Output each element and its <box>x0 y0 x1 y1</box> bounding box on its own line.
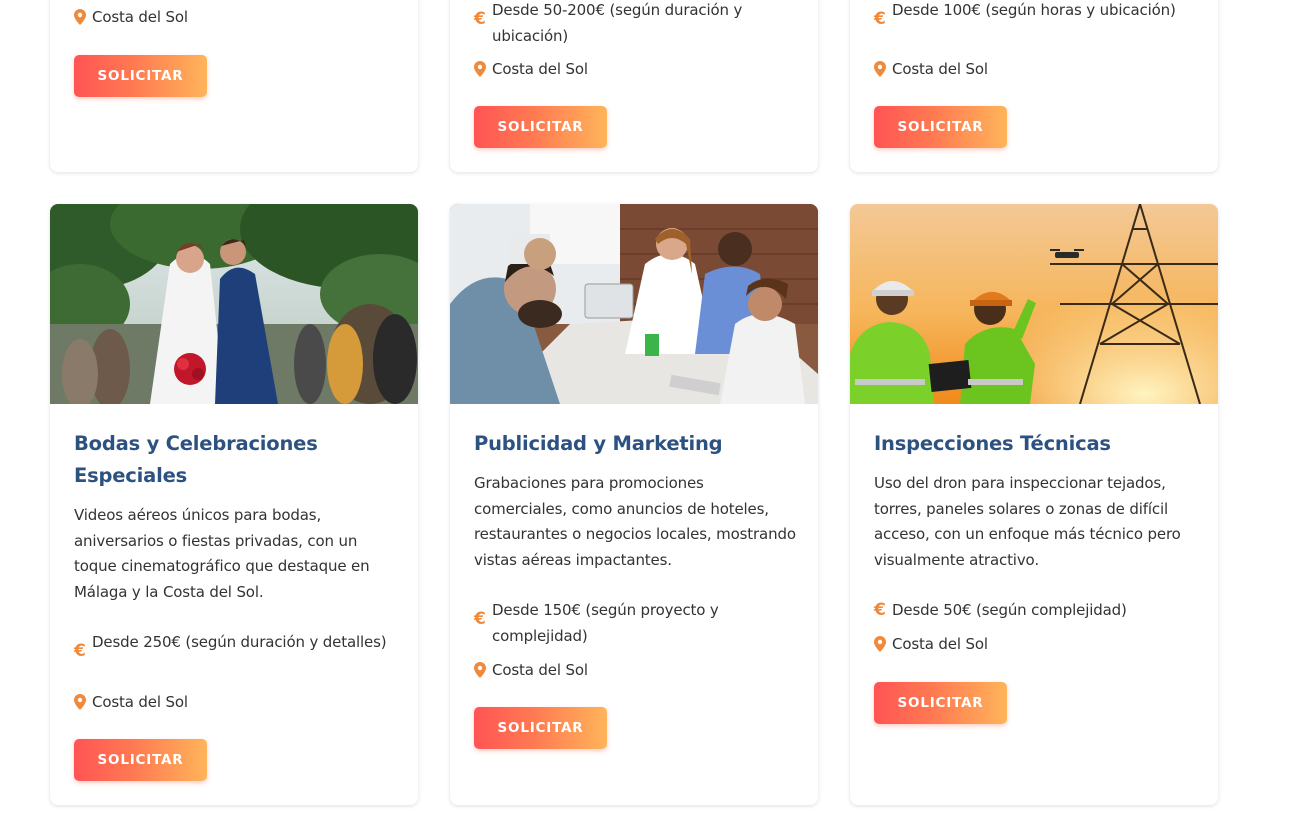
location-text: Costa del Sol <box>92 8 188 26</box>
location-row: Costa del Sol <box>474 56 798 82</box>
location-text: Costa del Sol <box>892 635 988 653</box>
card-description: Grabaciones para promociones comerciales… <box>474 474 796 569</box>
map-pin-icon <box>74 9 92 25</box>
location-text: Costa del Sol <box>492 661 588 679</box>
euro-icon: € <box>874 599 886 620</box>
price-row: € Desde 50-200€ (según duración y ubicac… <box>474 0 798 49</box>
wedding-couple-image <box>50 204 418 404</box>
map-pin-icon <box>474 662 492 678</box>
card-title: Bodas y Celebraciones Especiales <box>74 432 318 487</box>
location-text: Costa del Sol <box>892 60 988 78</box>
service-card-inspecciones: Inspecciones Técnicas Uso del dron para … <box>850 204 1218 805</box>
solicitar-button[interactable]: SOLICITAR <box>74 55 207 97</box>
location-row: Costa del Sol <box>874 56 1198 82</box>
price-row: € Desde 100€ (según horas y ubicación) <box>874 0 1198 28</box>
map-pin-icon <box>874 61 892 77</box>
solicitar-button[interactable]: SOLICITAR <box>874 106 1007 148</box>
card-title: Inspecciones Técnicas <box>874 432 1111 455</box>
solicitar-button[interactable]: SOLICITAR <box>74 739 207 781</box>
price-text: Desde 150€ (según proyecto y complejidad… <box>492 601 719 645</box>
service-card-top-3: € Desde 100€ (según horas y ubicación) C… <box>850 0 1218 172</box>
map-pin-icon <box>74 694 92 710</box>
drone-inspection-image <box>850 204 1218 404</box>
price-text: Desde 100€ (según horas y ubicación) <box>892 1 1176 19</box>
map-pin-icon <box>874 636 892 652</box>
euro-icon: € <box>874 9 886 29</box>
location-row: Costa del Sol <box>874 631 1198 657</box>
card-title: Publicidad y Marketing <box>474 432 723 455</box>
euro-icon: € <box>474 609 486 629</box>
price-text: Desde 250€ (según duración y detalles) <box>92 633 387 651</box>
business-meeting-image <box>450 204 818 404</box>
service-card-publicidad: Publicidad y Marketing Grabaciones para … <box>450 204 818 805</box>
price-text: Desde 50€ (según complejidad) <box>892 601 1127 619</box>
solicitar-button[interactable]: SOLICITAR <box>474 707 607 749</box>
location-row: Costa del Sol <box>74 689 398 715</box>
location-text: Costa del Sol <box>92 693 188 711</box>
location-row: Costa del Sol <box>74 4 398 30</box>
solicitar-button[interactable]: SOLICITAR <box>874 682 1007 724</box>
service-card-bodas: Bodas y Celebraciones Especiales Videos … <box>50 204 418 805</box>
euro-icon: € <box>474 9 486 29</box>
price-text: Desde 50-200€ (según duración y ubicació… <box>492 1 743 45</box>
location-row: Costa del Sol <box>474 657 798 683</box>
euro-icon: € <box>74 641 86 661</box>
map-pin-icon <box>474 61 492 77</box>
price-row: € Desde 50€ (según complejidad) <box>874 597 1198 623</box>
card-description: Uso del dron para inspeccionar tejados, … <box>874 474 1181 569</box>
card-description: Videos aéreos únicos para bodas, anivers… <box>74 506 370 601</box>
price-row: € Desde 150€ (según proyecto y complejid… <box>474 597 798 649</box>
location-text: Costa del Sol <box>492 60 588 78</box>
price-row: € Desde 250€ (según duración y detalles) <box>74 629 398 660</box>
service-card-top-2: € Desde 50-200€ (según duración y ubicac… <box>450 0 818 172</box>
service-card-top-1: Costa del Sol SOLICITAR <box>50 0 418 172</box>
solicitar-button[interactable]: SOLICITAR <box>474 106 607 148</box>
